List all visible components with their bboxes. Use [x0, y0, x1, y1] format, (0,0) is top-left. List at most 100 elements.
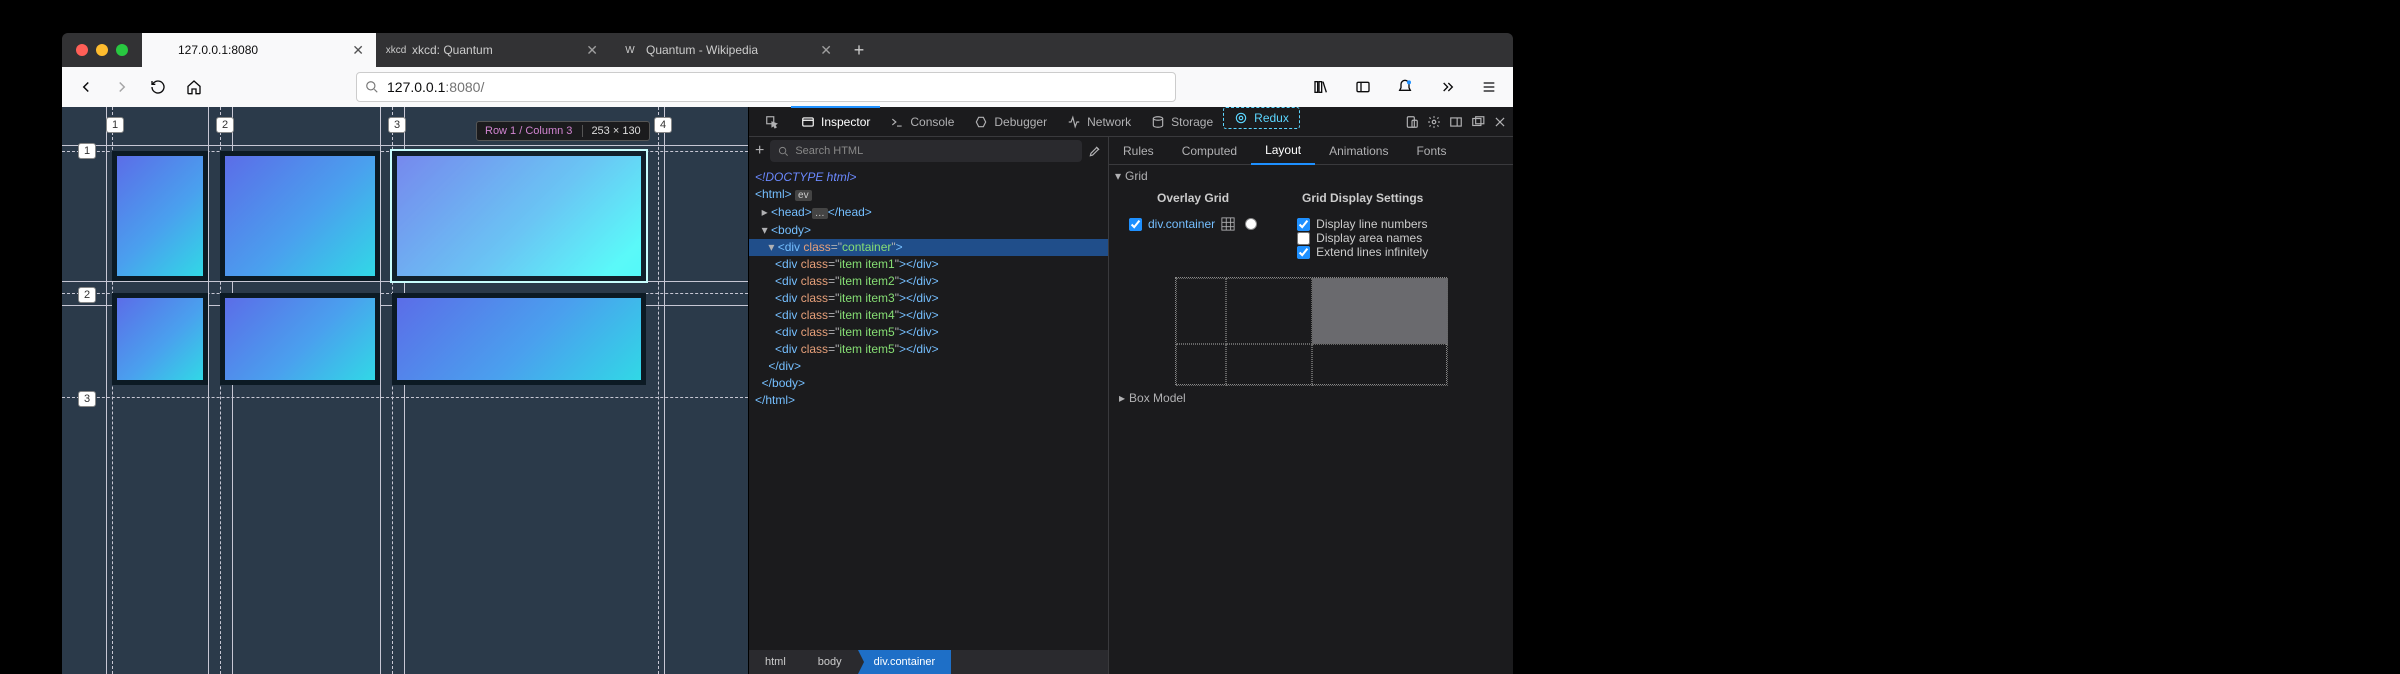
tab-title: xkcd: Quantum — [412, 43, 493, 57]
grid-item — [112, 151, 208, 281]
grid-col-label: 2 — [216, 117, 234, 133]
url-text: 127.0.0.1:8080/ — [387, 79, 484, 95]
side-panel-tabs: RulesComputedLayoutAnimationsFonts — [1109, 137, 1513, 165]
dom-node[interactable]: <div class="item item1"></div> — [749, 256, 1108, 273]
breadcrumb-item[interactable]: body — [802, 650, 858, 674]
overlay-grid-title: Overlay Grid — [1129, 191, 1257, 205]
grid-item — [220, 293, 380, 385]
content-area: 1 2 3 4 1 2 3 Row 1 / Column 3253 × 130 — [62, 107, 1513, 674]
window-controls — [62, 44, 142, 56]
breadcrumb-item[interactable]: div.container — [858, 650, 952, 674]
window-minimize-button[interactable] — [96, 44, 108, 56]
grid-container — [112, 151, 646, 385]
dom-node[interactable]: <html> ev — [749, 186, 1108, 204]
sidebar-button[interactable] — [1349, 73, 1377, 101]
dom-node[interactable]: ▾ <body> — [749, 222, 1108, 239]
devtools-settings-button[interactable] — [1427, 115, 1441, 129]
grid-item-selected — [392, 151, 646, 281]
side-tab-layout[interactable]: Layout — [1251, 137, 1315, 165]
grid-row-label: 3 — [78, 391, 96, 407]
breadcrumb-item[interactable]: html — [749, 650, 802, 674]
tab-bar: 127.0.0.1:8080✕xkcdxkcd: Quantum✕WQuantu… — [62, 33, 1513, 67]
window-maximize-button[interactable] — [116, 44, 128, 56]
favicon-icon: xkcd — [388, 42, 404, 58]
grid-setting-checkbox[interactable]: Display line numbers — [1297, 217, 1428, 231]
devtools-panel: InspectorConsoleDebuggerNetworkStorageRe… — [748, 107, 1513, 674]
dom-node[interactable]: <div class="item item3"></div> — [749, 290, 1108, 307]
devtools-tabbar: InspectorConsoleDebuggerNetworkStorageRe… — [749, 107, 1513, 137]
dom-node[interactable]: <div class="item item5"></div> — [749, 324, 1108, 341]
grid-col-label: 3 — [388, 117, 406, 133]
overflow-button[interactable] — [1433, 73, 1461, 101]
grid-section-header[interactable]: ▾ Grid — [1109, 165, 1513, 187]
add-node-button[interactable]: + — [755, 142, 764, 160]
dom-tree[interactable]: <!DOCTYPE html><html> ev ▸ <head>…</head… — [749, 165, 1108, 650]
box-model-section[interactable]: ▸ Box Model — [1109, 385, 1513, 411]
grid-icon — [1221, 217, 1235, 231]
side-tab-fonts[interactable]: Fonts — [1402, 137, 1460, 165]
grid-setting-checkbox[interactable]: Display area names — [1297, 231, 1428, 245]
grid-item — [112, 293, 208, 385]
grid-row-label: 1 — [78, 143, 96, 159]
dom-node[interactable]: <!DOCTYPE html> — [749, 169, 1108, 186]
browser-tab[interactable]: WQuantum - Wikipedia✕ — [610, 33, 844, 67]
dom-node[interactable]: <div class="item item2"></div> — [749, 273, 1108, 290]
dock-side-button[interactable] — [1449, 115, 1463, 129]
grid-item — [220, 151, 380, 281]
grid-item — [392, 293, 646, 385]
grid-tooltip: Row 1 / Column 3253 × 130 — [476, 121, 650, 141]
new-tab-button[interactable]: + — [844, 40, 874, 61]
devtools-tab-console[interactable]: Console — [880, 107, 964, 137]
dom-node[interactable]: </body> — [749, 375, 1108, 392]
back-button[interactable] — [72, 73, 100, 101]
dom-node[interactable]: ▾ <div class="container"> — [749, 239, 1108, 256]
menu-button[interactable] — [1475, 73, 1503, 101]
dom-node[interactable]: ▸ <head>…</head> — [749, 204, 1108, 222]
tab-close-button[interactable]: ✕ — [586, 42, 598, 59]
side-tab-rules[interactable]: Rules — [1109, 137, 1168, 165]
overlay-grid-item[interactable]: div.container — [1129, 217, 1257, 231]
url-bar[interactable]: 127.0.0.1:8080/ — [356, 72, 1176, 102]
side-tab-computed[interactable]: Computed — [1168, 137, 1251, 165]
dom-node[interactable]: <div class="item item4"></div> — [749, 307, 1108, 324]
pick-element-button[interactable] — [755, 107, 789, 137]
color-swatch[interactable] — [1245, 218, 1257, 230]
grid-setting-checkbox[interactable]: Extend lines infinitely — [1297, 245, 1428, 259]
grid-col-label: 4 — [654, 117, 672, 133]
favicon-icon: W — [622, 42, 638, 58]
tab-title: 127.0.0.1:8080 — [178, 43, 258, 57]
devtools-tab-inspector[interactable]: Inspector — [791, 106, 880, 136]
devtools-tab-network[interactable]: Network — [1057, 107, 1141, 137]
devtools-close-button[interactable] — [1493, 115, 1507, 129]
dom-node[interactable]: </div> — [749, 358, 1108, 375]
browser-window: 127.0.0.1:8080✕xkcdxkcd: Quantum✕WQuantu… — [62, 33, 1513, 674]
reload-button[interactable] — [144, 73, 172, 101]
browser-tab[interactable]: xkcd xkcd: Quantum ✕ — [376, 33, 610, 67]
side-panel: RulesComputedLayoutAnimationsFonts ▾ Gri… — [1109, 137, 1513, 674]
notifications-button[interactable] — [1391, 73, 1419, 101]
library-button[interactable] — [1307, 73, 1335, 101]
devtools-tab-storage[interactable]: Storage — [1141, 107, 1223, 137]
navigation-toolbar: 127.0.0.1:8080/ — [62, 67, 1513, 107]
grid-outline-preview[interactable] — [1175, 277, 1447, 385]
dock-window-button[interactable] — [1471, 115, 1485, 129]
side-tab-animations[interactable]: Animations — [1315, 137, 1402, 165]
eyedropper-button[interactable] — [1088, 144, 1102, 158]
dom-node[interactable]: </html> — [749, 392, 1108, 409]
markup-panel: + Search HTML <!DOCTYPE html><html> ev ▸… — [749, 137, 1109, 674]
tab-close-button[interactable]: ✕ — [352, 42, 364, 59]
browser-tab[interactable]: 127.0.0.1:8080 ✕ — [142, 33, 376, 67]
responsive-mode-button[interactable] — [1405, 115, 1419, 129]
page-viewport: 1 2 3 4 1 2 3 Row 1 / Column 3253 × 130 — [62, 107, 748, 674]
tab-close-button[interactable]: ✕ — [820, 42, 832, 59]
dom-node[interactable]: <div class="item item5"></div> — [749, 341, 1108, 358]
window-close-button[interactable] — [76, 44, 88, 56]
html-search-input[interactable]: Search HTML — [770, 140, 1082, 162]
devtools-tab-redux[interactable]: Redux — [1223, 107, 1300, 129]
forward-button[interactable] — [108, 73, 136, 101]
search-icon — [778, 146, 789, 157]
home-button[interactable] — [180, 73, 208, 101]
devtools-tab-debugger[interactable]: Debugger — [964, 107, 1057, 137]
breadcrumb-bar: htmlbodydiv.container — [749, 650, 1108, 674]
overlay-grid-checkbox[interactable] — [1129, 218, 1142, 231]
